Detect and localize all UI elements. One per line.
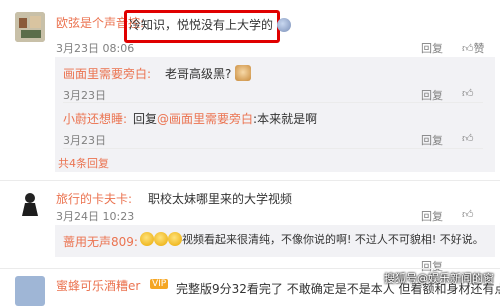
avatar[interactable] (15, 12, 45, 42)
laughing-emoji-icon (168, 232, 182, 246)
laughing-emoji-icon (154, 232, 168, 246)
thumbs-up-icon: 👍︎ (462, 132, 474, 145)
like-button[interactable]: 👍︎ (462, 87, 474, 100)
comment-text: 职校太妹哪里来的大学视频 (148, 192, 293, 206)
comment-text-content: 冷知识，悦悦没有上大学的 (129, 18, 274, 32)
watermark: 搜狐号@娱乐新闻的窗 (384, 272, 494, 285)
vip-badge: VIP (150, 279, 169, 289)
like-label: 赞 (473, 42, 485, 55)
comment-time: 3月24日 10:23 (56, 210, 135, 223)
reply-username[interactable]: 蔷用无声809: (63, 233, 138, 250)
divider (0, 268, 500, 269)
thumbs-up-icon: 👍︎ (462, 87, 474, 100)
divider (0, 180, 500, 181)
comment-username[interactable]: 旅行的卡夫卡: (56, 190, 132, 207)
laughing-emoji-icon (140, 232, 154, 246)
reply-button[interactable]: 回复 (421, 40, 443, 56)
like-button[interactable]: 👍︎赞 (462, 40, 485, 56)
reply-time: 3月23日 (63, 134, 106, 147)
divider (63, 102, 483, 103)
thumbs-up-icon: 👍︎ (462, 42, 474, 55)
reply-time: 3月23日 (63, 89, 106, 102)
avatar[interactable] (15, 276, 45, 306)
doge-emoji-icon (276, 18, 291, 32)
like-button[interactable]: 👍︎ (462, 132, 474, 145)
mention-link[interactable]: @画面里需要旁白 (157, 112, 253, 126)
reply-username[interactable]: 小蔚还想睡: (63, 110, 127, 127)
reply-text-content: 老哥高级黑? (165, 67, 232, 81)
like-button[interactable]: 👍︎ (462, 208, 474, 221)
avatar[interactable] (15, 188, 45, 218)
divider (63, 148, 483, 149)
reply-button[interactable]: 回复 (421, 208, 443, 224)
reply-button[interactable]: 回复 (421, 87, 443, 103)
reply-text-content: :本来就是啊 (253, 112, 318, 126)
comment-time: 3月23日 08:06 (56, 42, 135, 55)
comment-username[interactable]: 蜜蜂可乐酒糟er (56, 277, 140, 294)
reply-text: 老哥高级黑? (165, 65, 252, 82)
reply-text: 回复@画面里需要旁白:本来就是啊 (133, 110, 317, 127)
reply-text: 视频看起来很清纯，不像你说的啊! 不过人不可貌相! 不好说。 (140, 231, 484, 247)
reply-username[interactable]: 画面里需要旁白: (63, 65, 151, 82)
more-replies-link[interactable]: 共4条回复 (58, 155, 109, 171)
comment-text: 冷知识，悦悦没有上大学的 (129, 16, 291, 33)
reply-button[interactable]: 回复 (421, 132, 443, 148)
reply-prefix: 回复 (133, 112, 158, 126)
cat-emoji-icon (235, 65, 252, 81)
reply-text-content: 视频看起来很清纯，不像你说的啊! 不过人不可貌相! 不好说。 (182, 233, 484, 246)
thumbs-up-icon: 👍︎ (462, 208, 474, 221)
